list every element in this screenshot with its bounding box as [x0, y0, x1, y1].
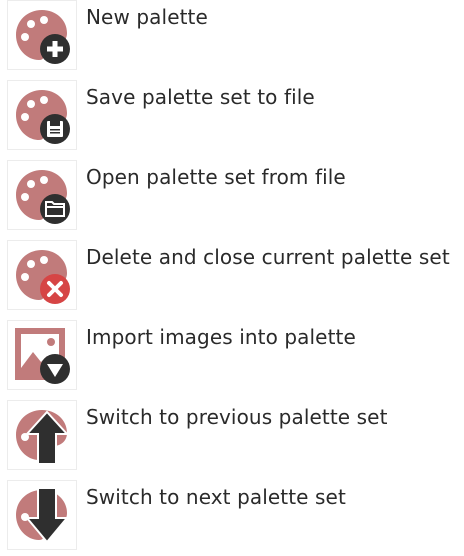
image-import-icon[interactable]	[7, 320, 77, 390]
menu-item-open-palette-set[interactable]: Open palette set from file	[0, 160, 464, 236]
menu-item-label: Delete and close current palette set	[86, 245, 450, 269]
menu-item-previous-palette-set[interactable]: Switch to previous palette set	[0, 400, 464, 476]
palette-save-icon[interactable]	[7, 80, 77, 150]
palette-open-icon[interactable]	[7, 160, 77, 230]
menu-item-label: Switch to next palette set	[86, 485, 346, 509]
menu-item-label: Save palette set to file	[86, 85, 315, 109]
palette-next-icon[interactable]	[7, 480, 77, 550]
menu-item-label: Import images into palette	[86, 325, 356, 349]
menu-item-new-palette[interactable]: New palette	[0, 0, 464, 76]
menu-item-import-images[interactable]: Import images into palette	[0, 320, 464, 396]
menu-item-save-palette-set[interactable]: Save palette set to file	[0, 80, 464, 156]
menu-item-label: New palette	[86, 5, 208, 29]
palette-previous-icon[interactable]	[7, 400, 77, 470]
menu-item-label: Switch to previous palette set	[86, 405, 388, 429]
menu-item-delete-palette-set[interactable]: Delete and close current palette set	[0, 240, 464, 316]
palette-delete-icon[interactable]	[7, 240, 77, 310]
menu-item-label: Open palette set from file	[86, 165, 346, 189]
menu-item-next-palette-set[interactable]: Switch to next palette set	[0, 480, 464, 556]
palette-add-icon[interactable]	[7, 0, 77, 70]
